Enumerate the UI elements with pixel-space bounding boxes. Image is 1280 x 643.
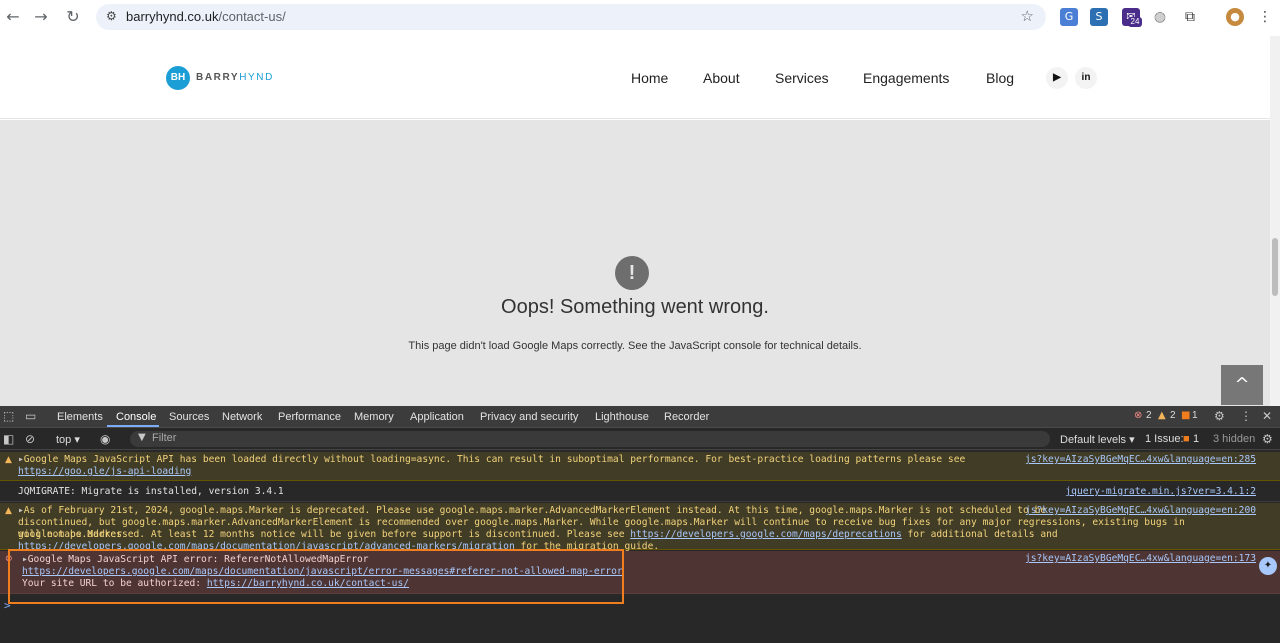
nav-about[interactable]: About — [703, 70, 740, 86]
message-text-4: for additional details and — [907, 529, 1058, 540]
levels-dropdown[interactable]: Default levels ▾ — [1060, 433, 1135, 446]
forward-icon[interactable]: → — [30, 6, 52, 28]
nav-home[interactable]: Home — [631, 70, 668, 86]
address-bar[interactable]: ⚙ barryhynd.co.uk/contact-us/ ☆ — [96, 4, 1046, 30]
console-message-log: JQMIGRATE: Migrate is installed, version… — [0, 482, 1280, 502]
logo-mark[interactable]: BH — [166, 66, 190, 90]
close-icon[interactable]: ✕ — [1262, 409, 1272, 423]
console-prompt[interactable]: > — [4, 599, 11, 612]
bookmark-star-icon[interactable]: ☆ — [1021, 7, 1034, 25]
tab-recorder[interactable]: Recorder — [664, 411, 709, 423]
devtools-menu-icon[interactable]: ⋮ — [1240, 409, 1252, 423]
filter-icon: ▼ — [138, 432, 146, 443]
message-line-3: will not be addressed. At least 12 month… — [18, 529, 1268, 541]
tab-application[interactable]: Application — [410, 411, 464, 423]
message-link[interactable]: https://goo.gle/js-api-loading — [18, 466, 191, 477]
scroll-to-top-button[interactable]: ^ — [1221, 365, 1263, 405]
settings-gear-icon[interactable]: ⚙ — [1214, 409, 1225, 423]
tab-performance[interactable]: Performance — [278, 411, 341, 423]
device-toolbar-icon[interactable]: ▭ — [25, 409, 36, 423]
devtools-tabbar: ⬚ ▭ Elements Console Sources Network Per… — [0, 406, 1280, 428]
logo-text[interactable]: BARRYHYND — [196, 72, 274, 83]
tab-memory[interactable]: Memory — [354, 411, 394, 423]
extension-badge: 24 — [1128, 17, 1142, 27]
logo-word-2: HYND — [239, 72, 274, 83]
inspect-element-icon[interactable]: ⬚ — [3, 409, 14, 423]
context-selector[interactable]: top ▾ — [56, 433, 80, 446]
ai-assistance-icon[interactable]: ✦ — [1259, 557, 1277, 575]
s-extension-icon[interactable]: S — [1090, 8, 1108, 26]
issues-count[interactable]: 1 — [1193, 433, 1199, 445]
map-container: ! Oops! Something went wrong. This page … — [0, 120, 1270, 406]
tab-network[interactable]: Network — [222, 411, 262, 423]
site-info-icon[interactable]: ⚙ — [106, 9, 122, 25]
message-body: ▸Google Maps JavaScript API has been loa… — [18, 454, 1028, 478]
translate-extension-icon[interactable]: G — [1060, 8, 1078, 26]
message-text: Google Maps JavaScript API has been load… — [23, 454, 966, 465]
error-count[interactable]: 2 — [1146, 410, 1152, 421]
filter-input[interactable]: ▼ Filter — [130, 431, 1050, 447]
nav-services[interactable]: Services — [775, 70, 829, 86]
error-icon: ! — [615, 256, 649, 290]
warning-icon: ▲ — [5, 506, 12, 516]
tab-console[interactable]: Console — [116, 411, 156, 423]
issues-icon[interactable]: ■ — [1183, 433, 1190, 445]
page-scrollbar-thumb[interactable] — [1272, 238, 1278, 296]
nav-engagements[interactable]: Engagements — [863, 70, 949, 86]
issue-count-icon[interactable]: ■ — [1181, 410, 1190, 421]
message-link-1[interactable]: https://developers.google.com/maps/depre… — [630, 529, 901, 540]
youtube-icon[interactable]: ▶ — [1046, 67, 1068, 89]
tab-sources[interactable]: Sources — [169, 411, 209, 423]
hidden-count: 3 hidden — [1213, 433, 1256, 445]
back-icon[interactable]: ← — [2, 6, 24, 28]
console-message-warning: ▲ ▸As of February 21st, 2024, google.map… — [0, 503, 1280, 552]
page-scrollbar[interactable] — [1270, 36, 1280, 406]
eye-icon[interactable]: ◉ — [100, 432, 110, 446]
message-text-1: As of February 21st, 2024, google.maps.M… — [23, 505, 1047, 516]
highlight-box — [8, 549, 624, 604]
devtools-panel: ⬚ ▭ Elements Console Sources Network Per… — [0, 406, 1280, 643]
profile-avatar[interactable]: ● — [1226, 8, 1244, 26]
globe-icon[interactable]: ◍ — [1151, 8, 1169, 26]
message-text: JQMIGRATE: Migrate is installed, version… — [18, 486, 284, 497]
nav-blog[interactable]: Blog — [986, 70, 1014, 86]
tab-privacy-security[interactable]: Privacy and security — [480, 411, 578, 423]
console-settings-icon[interactable]: ⚙ — [1262, 432, 1273, 446]
filter-placeholder: Filter — [152, 432, 177, 444]
console-message-warning: ▲ ▸Google Maps JavaScript API has been l… — [0, 452, 1280, 481]
url-text: barryhynd.co.uk/contact-us/ — [126, 9, 286, 24]
message-source[interactable]: jquery-migrate.min.js?ver=3.4.1:2 — [1065, 486, 1256, 498]
linkedin-icon[interactable]: in — [1075, 67, 1097, 89]
console-toolbar: ◧ ⊘ top ▾ ◉ ▼ Filter Default levels ▾ 1 … — [0, 429, 1280, 450]
context-value: top — [56, 434, 72, 446]
tab-elements[interactable]: Elements — [57, 411, 103, 423]
warning-count[interactable]: 2 — [1170, 410, 1176, 421]
warning-icon: ▲ — [5, 455, 12, 465]
url-host: barryhynd.co.uk — [126, 9, 219, 24]
reload-icon[interactable]: ↻ — [62, 6, 84, 28]
clear-console-icon[interactable]: ⊘ — [25, 432, 35, 446]
extensions-puzzle-icon[interactable]: ⧉ — [1181, 8, 1199, 26]
logo-word-1: BARRY — [196, 72, 240, 83]
error-message: This page didn't load Google Maps correc… — [408, 340, 862, 352]
issue-count[interactable]: 1 — [1192, 410, 1198, 421]
site-header: BH BARRYHYND Home About Services Engagem… — [0, 36, 1270, 119]
menu-kebab-icon[interactable]: ⋮ — [1256, 8, 1274, 26]
warning-count-icon[interactable]: ▲ — [1158, 410, 1166, 421]
message-source[interactable]: js?key=AIzaSyBGeMqEC…4xw&language=en:285 — [1025, 454, 1256, 466]
active-tab-indicator — [107, 425, 159, 427]
message-source[interactable]: js?key=AIzaSyBGeMqEC…4xw&language=en:200 — [1025, 505, 1256, 517]
browser-toolbar: ← → ↻ ⚙ barryhynd.co.uk/contact-us/ ☆ G … — [0, 0, 1280, 34]
levels-value: Default levels — [1060, 434, 1127, 446]
url-path: /contact-us/ — [218, 9, 286, 24]
tab-lighthouse[interactable]: Lighthouse — [595, 411, 649, 423]
message-source[interactable]: js?key=AIzaSyBGeMqEC…4xw&language=en:173 — [1025, 553, 1256, 565]
message-text-3: will not be addressed. At least 12 month… — [18, 529, 625, 540]
sidebar-toggle-icon[interactable]: ◧ — [3, 432, 14, 446]
error-count-icon[interactable]: ⊗ — [1134, 410, 1142, 421]
issues-label[interactable]: 1 Issue: — [1145, 433, 1184, 445]
error-title: Oops! Something went wrong. — [501, 296, 769, 318]
